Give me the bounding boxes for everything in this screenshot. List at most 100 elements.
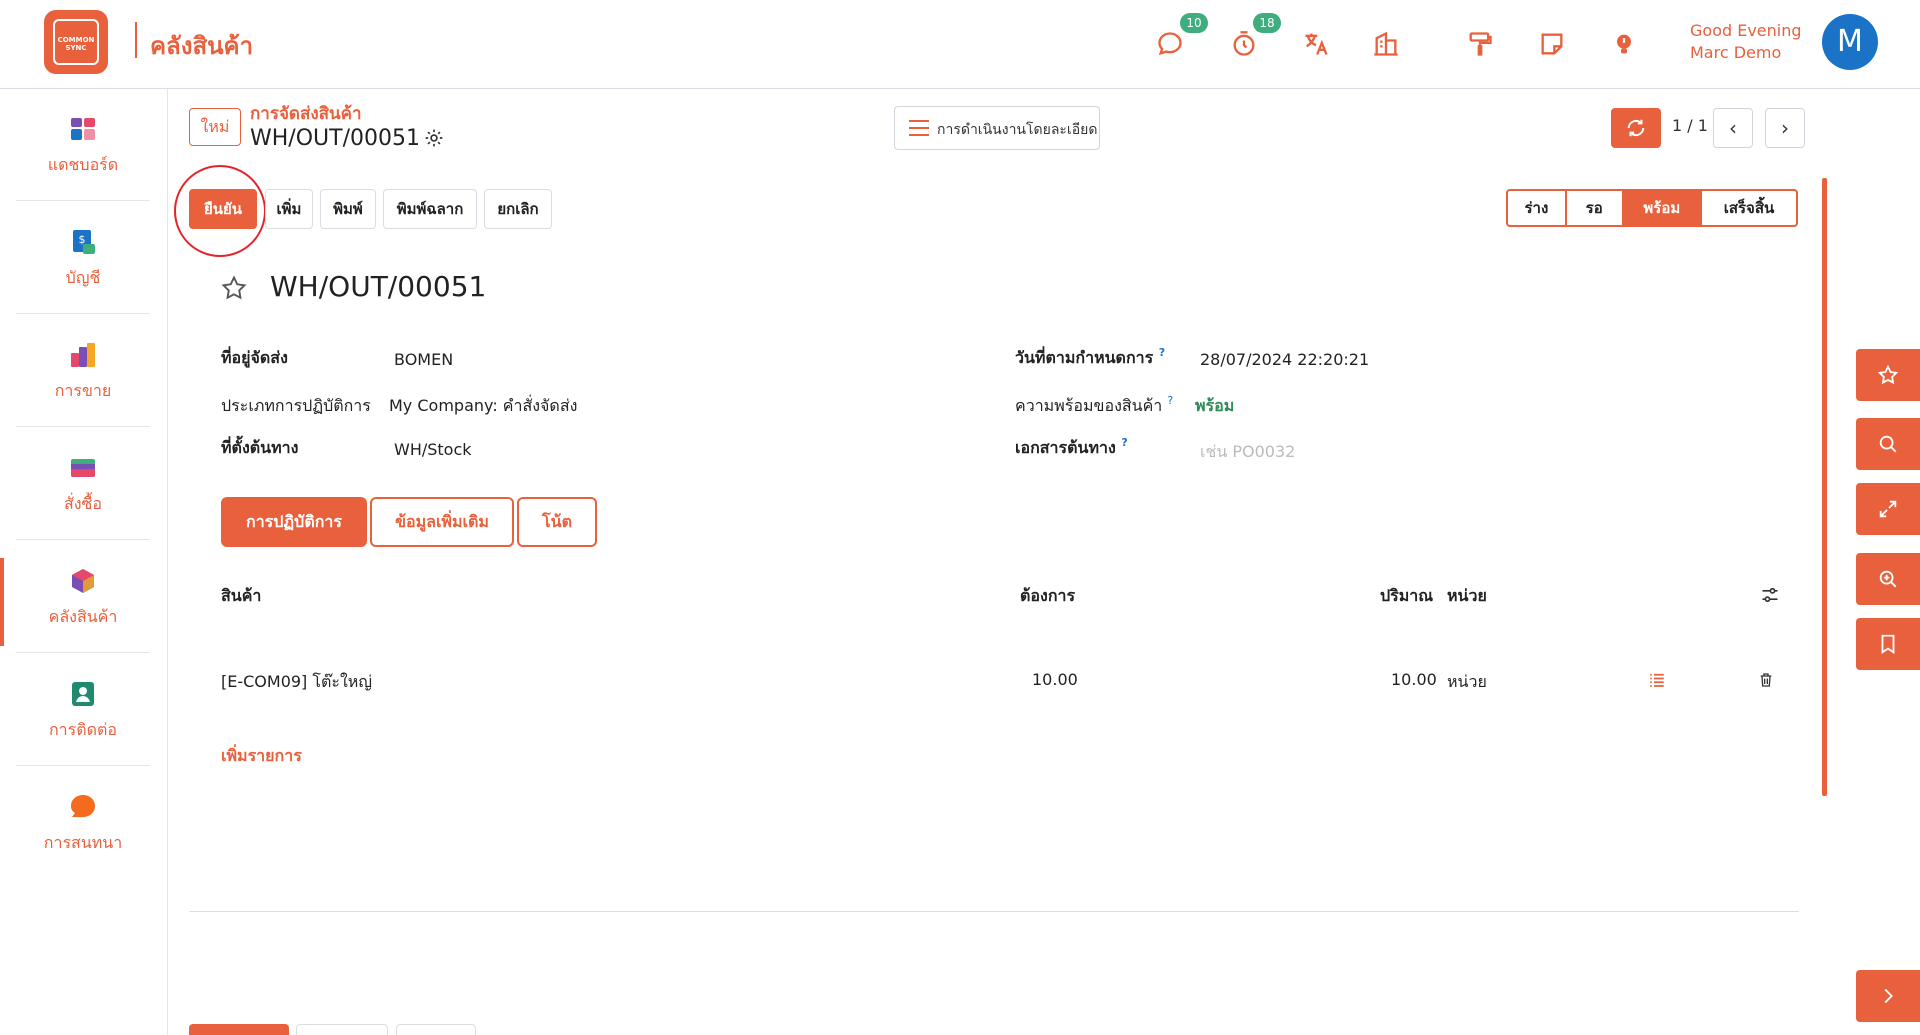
- table-cell-demand[interactable]: 10.00: [1032, 670, 1078, 689]
- source-document-label-text: เอกสารต้นทาง: [1015, 438, 1116, 457]
- dashboard-icon: [71, 118, 95, 140]
- trash-icon: [1760, 673, 1772, 687]
- record-name: WH/OUT/00051: [250, 126, 420, 151]
- column-header-unit[interactable]: หน่วย: [1447, 584, 1487, 609]
- print-button[interactable]: พิมพ์: [320, 189, 376, 229]
- table-cell-unit[interactable]: หน่วย: [1447, 670, 1487, 695]
- language-button[interactable]: [1302, 30, 1330, 62]
- bookmark-tool-button[interactable]: [1856, 618, 1920, 670]
- expand-tool-button[interactable]: [1856, 483, 1920, 535]
- table-cell-quantity[interactable]: 10.00: [1391, 670, 1437, 689]
- previous-record-button[interactable]: ‹: [1713, 108, 1753, 148]
- chatter-send-message-button[interactable]: [189, 1024, 289, 1035]
- contacts-icon: [72, 682, 94, 706]
- table-cell-product[interactable]: [E-COM09] โต๊ะใหญ่: [221, 670, 372, 695]
- status-done[interactable]: เสร็จสิ้น: [1702, 191, 1796, 225]
- building-icon: [1374, 31, 1398, 56]
- sidebar-divider: [16, 200, 150, 201]
- company-button[interactable]: [1372, 30, 1400, 62]
- operation-type-field[interactable]: My Company: คำสั่งจัดส่ง: [389, 394, 577, 419]
- activity-button[interactable]: [1230, 30, 1258, 62]
- readiness-label: ความพร้อมของสินค้า ?: [1015, 394, 1173, 419]
- sidebar-divider: [16, 313, 150, 314]
- help-icon[interactable]: ?: [1167, 394, 1173, 407]
- purchase-icon: [71, 459, 95, 477]
- favorite-tool-button[interactable]: [1856, 349, 1920, 401]
- menu-icon: [909, 120, 929, 136]
- print-label-button[interactable]: พิมพ์ฉลาก: [383, 189, 477, 229]
- sidebar-item-contacts[interactable]: การติดต่อ: [16, 654, 150, 766]
- add-line-link[interactable]: เพิ่มรายการ: [221, 744, 302, 769]
- scheduled-date-field[interactable]: 28/07/2024 22:20:21: [1200, 350, 1369, 369]
- sliders-icon: [1762, 587, 1778, 603]
- column-header-demand[interactable]: ต้องการ: [1020, 584, 1075, 609]
- chat-button[interactable]: [1156, 30, 1184, 62]
- next-record-button[interactable]: ›: [1765, 108, 1805, 148]
- scroll-indicator[interactable]: [1822, 178, 1827, 796]
- list-icon: [1650, 673, 1664, 687]
- theme-button[interactable]: [1466, 30, 1494, 62]
- star-icon: [221, 275, 247, 300]
- lightbulb-icon: [1617, 34, 1631, 54]
- zoom-in-icon: [1879, 570, 1897, 588]
- expand-panel-button[interactable]: [1856, 970, 1920, 1022]
- activity-badge: 18: [1253, 13, 1281, 33]
- help-icon[interactable]: ?: [1159, 346, 1165, 359]
- delivery-address-field[interactable]: BOMEN: [394, 350, 453, 369]
- readiness-value: พร้อม: [1195, 396, 1235, 415]
- status-ready[interactable]: พร้อม: [1623, 191, 1702, 225]
- source-document-label: เอกสารต้นทาง ?: [1015, 436, 1128, 461]
- refresh-icon: [1627, 119, 1645, 137]
- avatar[interactable]: M: [1822, 14, 1878, 70]
- help-icon[interactable]: ?: [1121, 436, 1127, 449]
- timer-icon: [1233, 31, 1255, 56]
- tab-additional-info[interactable]: ข้อมูลเพิ่มเติม: [370, 497, 514, 547]
- column-header-product[interactable]: สินค้า: [221, 584, 261, 609]
- sidebar-divider: [16, 539, 150, 540]
- record-settings-button[interactable]: [424, 128, 444, 153]
- favorite-star-button[interactable]: [220, 274, 248, 309]
- sidebar-item-discuss[interactable]: การสนทนา: [16, 767, 150, 879]
- sidebar-item-accounting[interactable]: $ บัญชี: [16, 202, 150, 314]
- chatter-log-note-button[interactable]: [296, 1024, 388, 1035]
- translate-icon: [1305, 33, 1328, 55]
- sidebar-item-dashboard[interactable]: แดชบอร์ด: [16, 89, 150, 201]
- source-location-field[interactable]: WH/Stock: [394, 440, 472, 459]
- discuss-icon: [71, 795, 95, 817]
- accounting-icon: $: [73, 230, 95, 254]
- add-button[interactable]: เพิ่ม: [265, 189, 313, 229]
- sidebar-item-purchase[interactable]: สั่งซื้อ: [16, 428, 150, 540]
- notes-button[interactable]: [1538, 30, 1566, 62]
- svg-text:$: $: [79, 233, 86, 246]
- optional-columns-button[interactable]: [1760, 585, 1780, 609]
- delivery-address-label: ที่อยู่จัดส่ง: [221, 348, 288, 367]
- tips-button[interactable]: [1610, 30, 1638, 62]
- scheduled-date-label: วันที่ตามกำหนดการ ?: [1015, 346, 1165, 371]
- sidebar-item-inventory[interactable]: คลังสินค้า: [16, 541, 150, 653]
- sidebar-item-label: การสนทนา: [43, 833, 123, 852]
- breadcrumb[interactable]: การจัดส่งสินค้า: [250, 100, 362, 127]
- star-icon: [1877, 364, 1899, 385]
- greeting: Good Evening Marc Demo: [1690, 20, 1802, 64]
- new-record-button[interactable]: ใหม่: [189, 108, 241, 146]
- refresh-button[interactable]: [1611, 108, 1661, 148]
- status-draft[interactable]: ร่าง: [1508, 191, 1567, 225]
- search-tool-button[interactable]: [1856, 418, 1920, 470]
- tab-operations[interactable]: การปฏิบัติการ: [221, 497, 367, 547]
- chatter-activity-button[interactable]: [396, 1024, 476, 1035]
- status-waiting[interactable]: รอ: [1567, 191, 1624, 225]
- detailed-operations-button[interactable]: การดำเนินงานโดยละเอียด: [894, 106, 1100, 150]
- source-document-input[interactable]: เช่น PO0032: [1200, 440, 1295, 465]
- zoom-tool-button[interactable]: [1856, 553, 1920, 605]
- details-button[interactable]: [1648, 671, 1666, 693]
- cancel-button[interactable]: ยกเลิก: [484, 189, 552, 229]
- column-header-quantity[interactable]: ปริมาณ: [1380, 584, 1433, 609]
- tab-note[interactable]: โน้ต: [517, 497, 597, 547]
- chevron-left-icon: ‹: [1729, 116, 1737, 140]
- greeting-text: Good Evening: [1690, 21, 1802, 40]
- sidebar-item-label: การติดต่อ: [48, 720, 118, 739]
- delete-row-button[interactable]: [1758, 671, 1774, 693]
- sidebar-item-sales[interactable]: การขาย: [16, 315, 150, 427]
- app-logo[interactable]: COMMON SYNC: [44, 10, 108, 74]
- sales-icon: [71, 343, 95, 367]
